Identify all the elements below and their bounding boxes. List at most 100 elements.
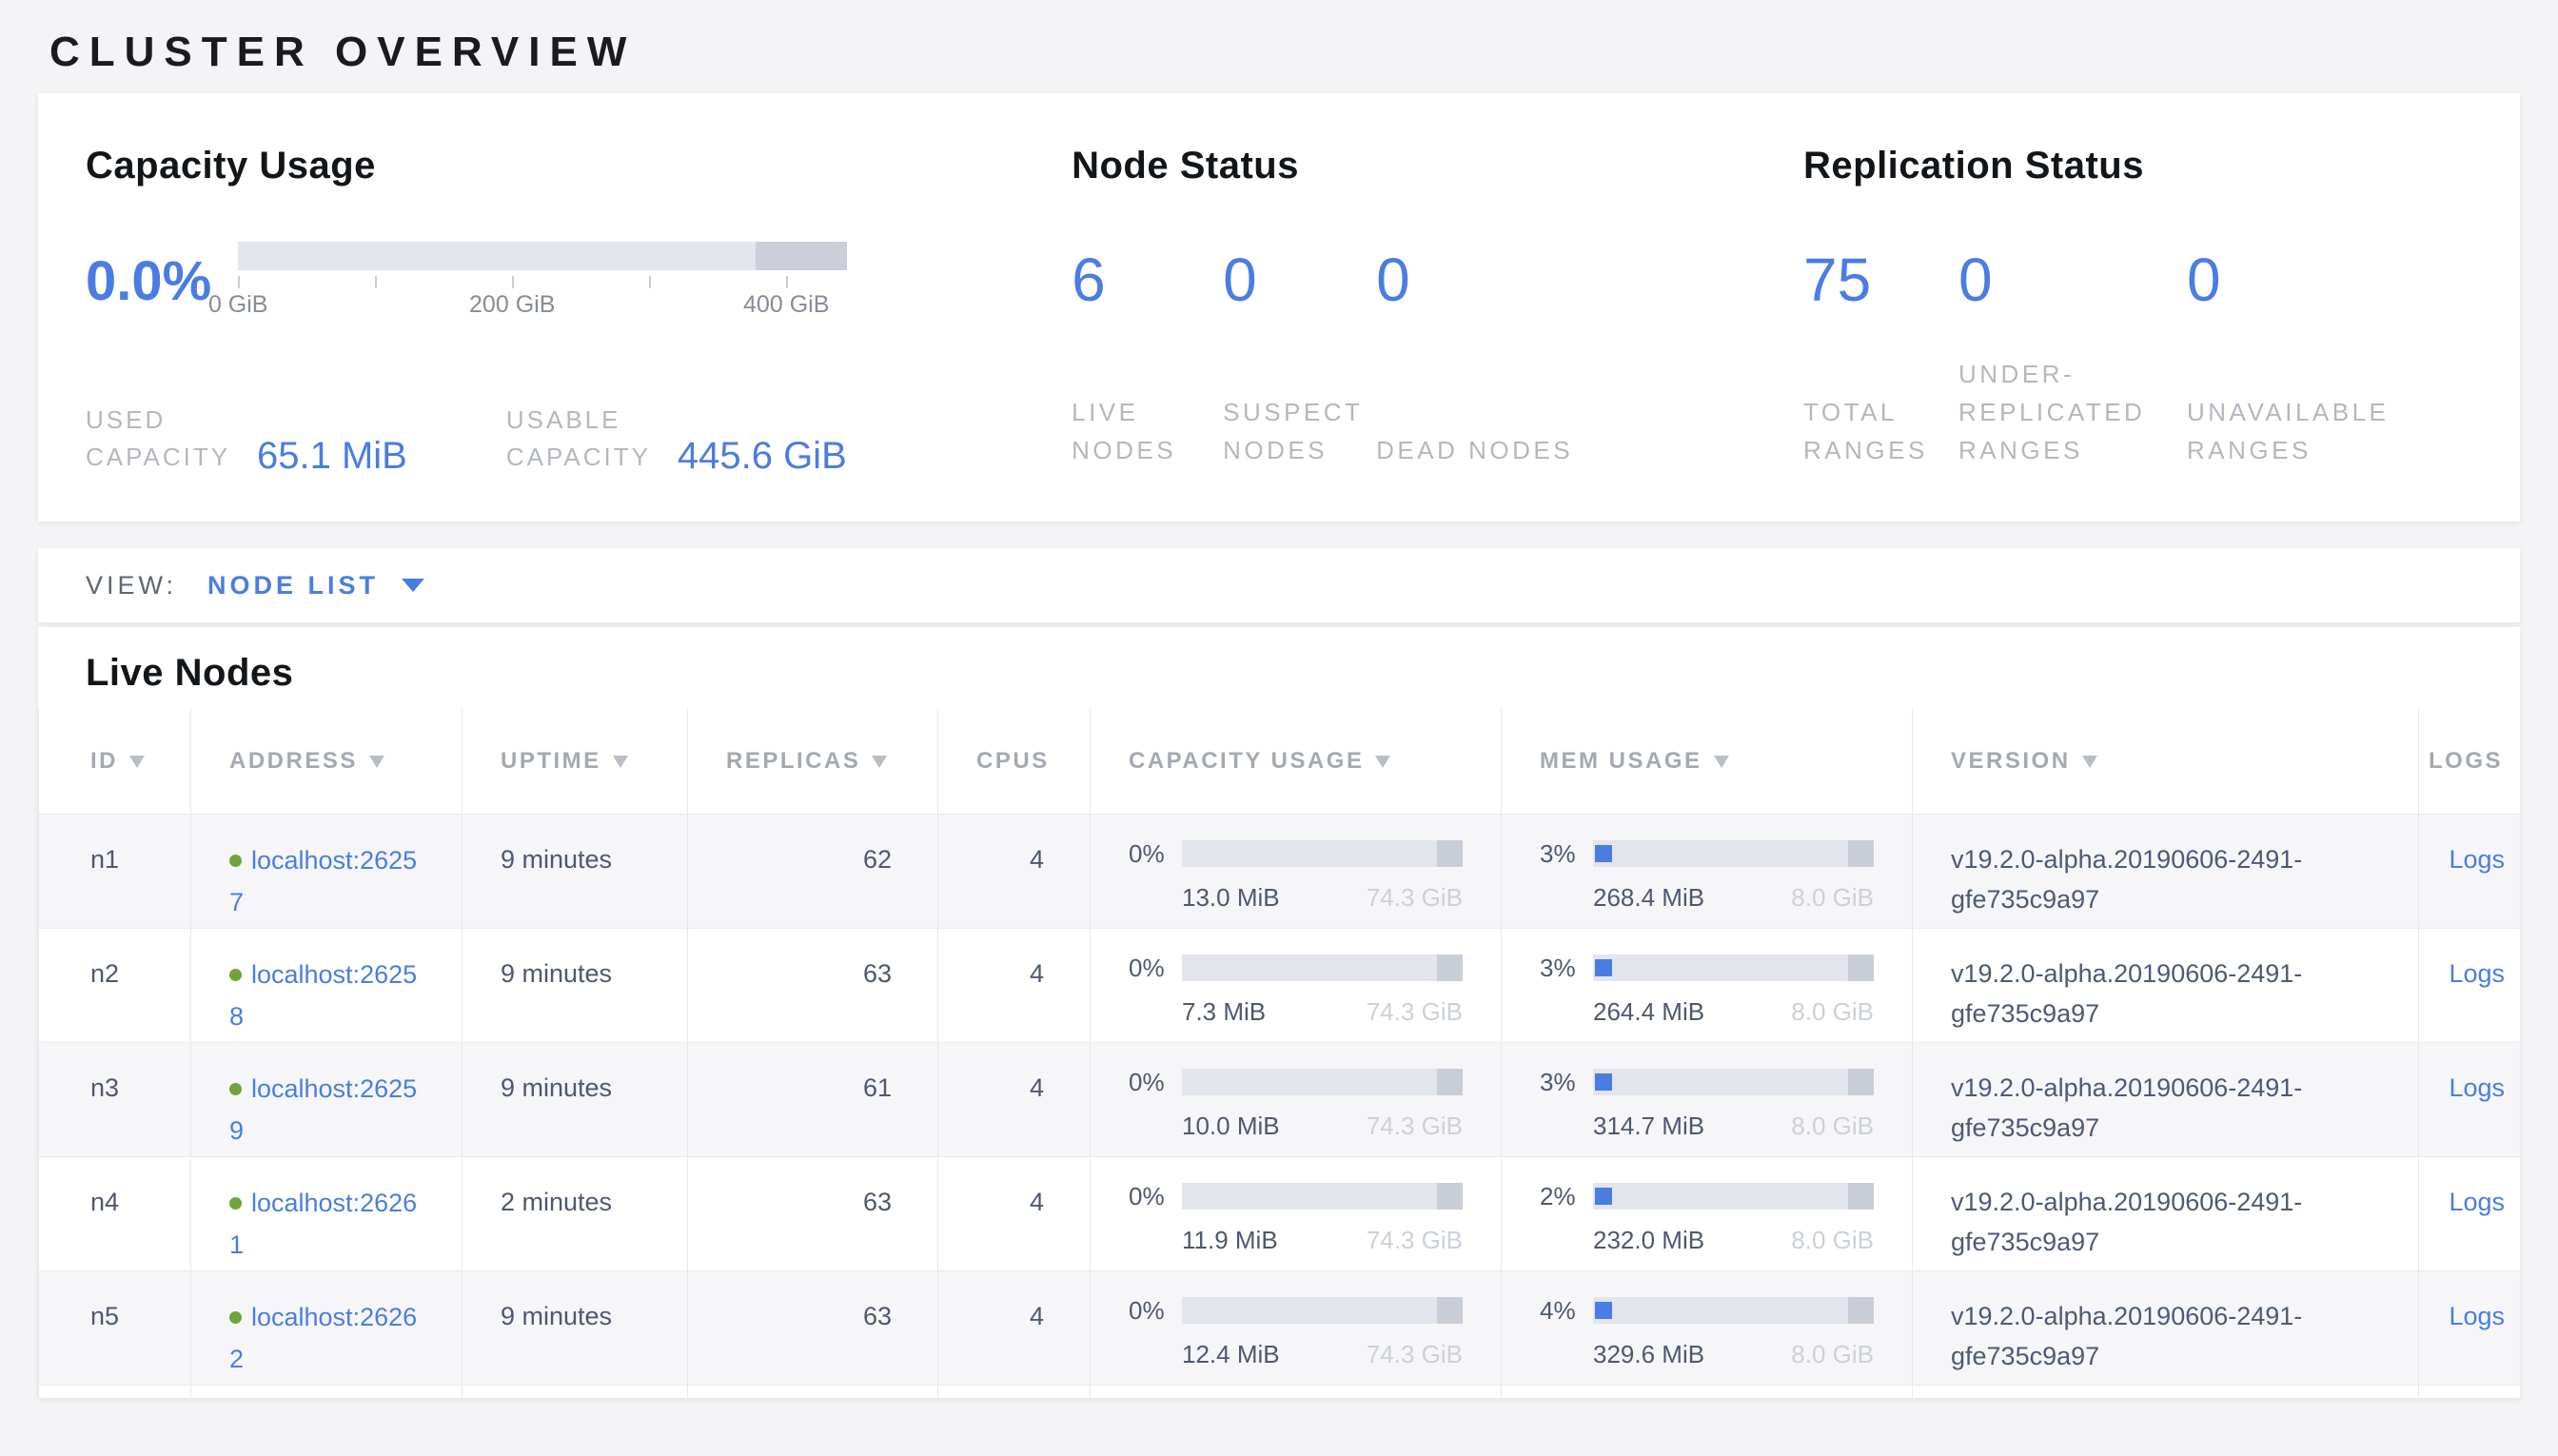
usable-capacity-label: USABLE CAPACITY	[506, 402, 672, 476]
used-capacity-label: USED CAPACITY	[86, 402, 251, 476]
node-cpus: 4	[1030, 1188, 1044, 1216]
table-row: n2 localhost:26258 9 minutes 63 4 0% 7.3…	[39, 928, 2521, 1042]
mem-used-value: 232.0 MiB	[1593, 1226, 1704, 1254]
node-live-status-icon	[229, 1197, 242, 1210]
node-cpus-cell: 4	[938, 928, 1091, 1042]
node-capacity-usage-cell: 0% 11.9 MiB 74.3 GiB	[1091, 1156, 1502, 1270]
capacity-percent: 0%	[1129, 1176, 1182, 1216]
capacity-used-percent: 0.0%	[86, 249, 211, 314]
node-mem-usage-cell: 4% 329.6 MiB 8.0 GiB	[1502, 1270, 1913, 1385]
table-row-partial	[39, 1385, 2521, 1398]
node-cpus: 4	[1030, 959, 1044, 988]
capacity-stats: USED CAPACITY 65.1 MiB USABLE CAPACITY 4…	[86, 402, 1072, 476]
mem-bar-fill	[1595, 959, 1612, 976]
node-replicas: 62	[863, 845, 892, 874]
sort-caret-icon	[1375, 756, 1390, 768]
column-header-label: CAPACITY USAGE	[1129, 748, 1364, 774]
mem-usage-bar	[1593, 1297, 1874, 1324]
node-live-status-icon	[229, 1311, 242, 1324]
replication-status-title: Replication Status	[1803, 143, 2472, 188]
axis-label: 200 GiB	[469, 291, 555, 319]
column-header-label: LOGS	[2429, 748, 2503, 774]
view-dropdown-value[interactable]: NODE LIST	[207, 571, 379, 600]
node-address-link[interactable]: localhost:26257	[229, 846, 417, 916]
sort-caret-icon	[2082, 756, 2097, 768]
axis-tick	[238, 276, 240, 288]
capacity-usage-section: Capacity Usage 0.0% 0 GiB	[86, 143, 1072, 521]
node-logs-link[interactable]: Logs	[2449, 1188, 2505, 1216]
node-version: v19.2.0-alpha.20190606-2491-gfe735c9a97	[1951, 845, 2302, 914]
view-label: VIEW:	[86, 571, 177, 600]
cluster-overview-page: CLUSTER OVERVIEW Capacity Usage 0.0%	[0, 29, 2558, 1398]
node-replicas-cell: 63	[688, 1270, 938, 1385]
node-logs-cell: Logs	[2419, 1156, 2521, 1270]
mem-usage-bar	[1593, 1069, 1874, 1095]
mem-usage-bar	[1593, 840, 1874, 867]
node-status-values: 6 0 0	[1072, 249, 1803, 310]
axis-tick	[375, 276, 377, 288]
capacity-used-value: 7.3 MiB	[1182, 997, 1266, 1026]
node-logs-cell: Logs	[2419, 1042, 2521, 1156]
total-ranges-value: 75	[1803, 249, 1958, 310]
node-logs-cell: Logs	[2419, 928, 2521, 1042]
mem-max-value: 8.0 GiB	[1791, 1226, 1874, 1254]
node-address-link[interactable]: localhost:26261	[229, 1189, 417, 1259]
node-address-link[interactable]: localhost:26259	[229, 1074, 417, 1145]
live-nodes-value: 6	[1072, 249, 1223, 310]
replication-status-labels: TOTAL RANGES UNDER-REPLICATED RANGES UNA…	[1803, 355, 2472, 469]
column-header-address[interactable]: ADDRESS	[191, 709, 462, 814]
capacity-bar-reserved-segment	[1437, 840, 1463, 867]
node-version: v19.2.0-alpha.20190606-2491-gfe735c9a97	[1951, 1302, 2302, 1370]
node-version-cell: v19.2.0-alpha.20190606-2491-gfe735c9a97	[1913, 1156, 2419, 1270]
column-header-label: VERSION	[1951, 748, 2071, 774]
node-replicas-cell: 61	[688, 1042, 938, 1156]
node-replicas: 61	[863, 1073, 892, 1102]
table-row: n3 localhost:26259 9 minutes 61 4 0% 10.…	[39, 1042, 2521, 1156]
node-version-cell: v19.2.0-alpha.20190606-2491-gfe735c9a97	[1913, 1042, 2419, 1156]
node-logs-link[interactable]: Logs	[2449, 1302, 2505, 1330]
capacity-percent: 0%	[1129, 948, 1182, 988]
node-logs-link[interactable]: Logs	[2449, 959, 2505, 988]
column-header-label: REPLICAS	[726, 748, 860, 774]
sort-caret-icon	[872, 756, 887, 768]
capacity-usage-bar	[1182, 1069, 1463, 1095]
axis-label: 400 GiB	[743, 291, 829, 319]
node-address-cell: localhost:26262	[191, 1270, 462, 1385]
capacity-bar	[238, 242, 847, 270]
node-capacity-usage-cell: 0% 10.0 MiB 74.3 GiB	[1091, 1042, 1502, 1156]
view-bar: VIEW: NODE LIST	[38, 548, 2520, 622]
node-status-labels: LIVE NODES SUSPECT NODES DEAD NODES	[1072, 393, 1803, 469]
node-version: v19.2.0-alpha.20190606-2491-gfe735c9a97	[1951, 959, 2302, 1028]
sort-caret-icon	[129, 756, 145, 768]
capacity-used-value: 13.0 MiB	[1182, 883, 1280, 912]
column-header-label: UPTIME	[501, 748, 601, 774]
node-replicas: 63	[863, 959, 892, 988]
column-header-id[interactable]: ID	[39, 709, 191, 814]
column-header-version[interactable]: VERSION	[1913, 709, 2419, 814]
column-header-capacity-usage[interactable]: CAPACITY USAGE	[1091, 709, 1502, 814]
table-row: n1 localhost:26257 9 minutes 62 4 0% 13.…	[39, 814, 2521, 928]
table-header-row: ID ADDRESS UPTIME REPLICAS CPUS CAPACITY…	[39, 709, 2521, 814]
live-nodes-label: LIVE NODES	[1072, 393, 1223, 469]
mem-percent: 3%	[1540, 1062, 1593, 1102]
capacity-bar-reserved-segment	[1437, 1069, 1463, 1095]
node-cpus-cell: 4	[938, 1156, 1091, 1270]
column-header-uptime[interactable]: UPTIME	[462, 709, 688, 814]
node-logs-link[interactable]: Logs	[2449, 1073, 2505, 1102]
node-address-link[interactable]: localhost:26262	[229, 1303, 417, 1373]
capacity-axis-ticks	[238, 276, 847, 289]
table-row: n4 localhost:26261 2 minutes 63 4 0% 11.…	[39, 1156, 2521, 1270]
mem-bar-reserved-segment	[1848, 954, 1874, 981]
node-address-link[interactable]: localhost:26258	[229, 960, 417, 1031]
column-header-replicas[interactable]: REPLICAS	[688, 709, 938, 814]
column-header-cpus: CPUS	[938, 709, 1091, 814]
sort-caret-icon	[1714, 756, 1729, 768]
column-header-mem-usage[interactable]: MEM USAGE	[1502, 709, 1913, 814]
node-address-cell: localhost:26257	[191, 814, 462, 928]
node-uptime-cell: 9 minutes	[462, 814, 688, 928]
capacity-usage-bar	[1182, 1183, 1463, 1210]
node-logs-link[interactable]: Logs	[2449, 845, 2505, 874]
capacity-percent: 0%	[1129, 834, 1182, 874]
view-dropdown[interactable]: NODE LIST	[207, 571, 424, 600]
sort-caret-icon	[613, 756, 628, 768]
